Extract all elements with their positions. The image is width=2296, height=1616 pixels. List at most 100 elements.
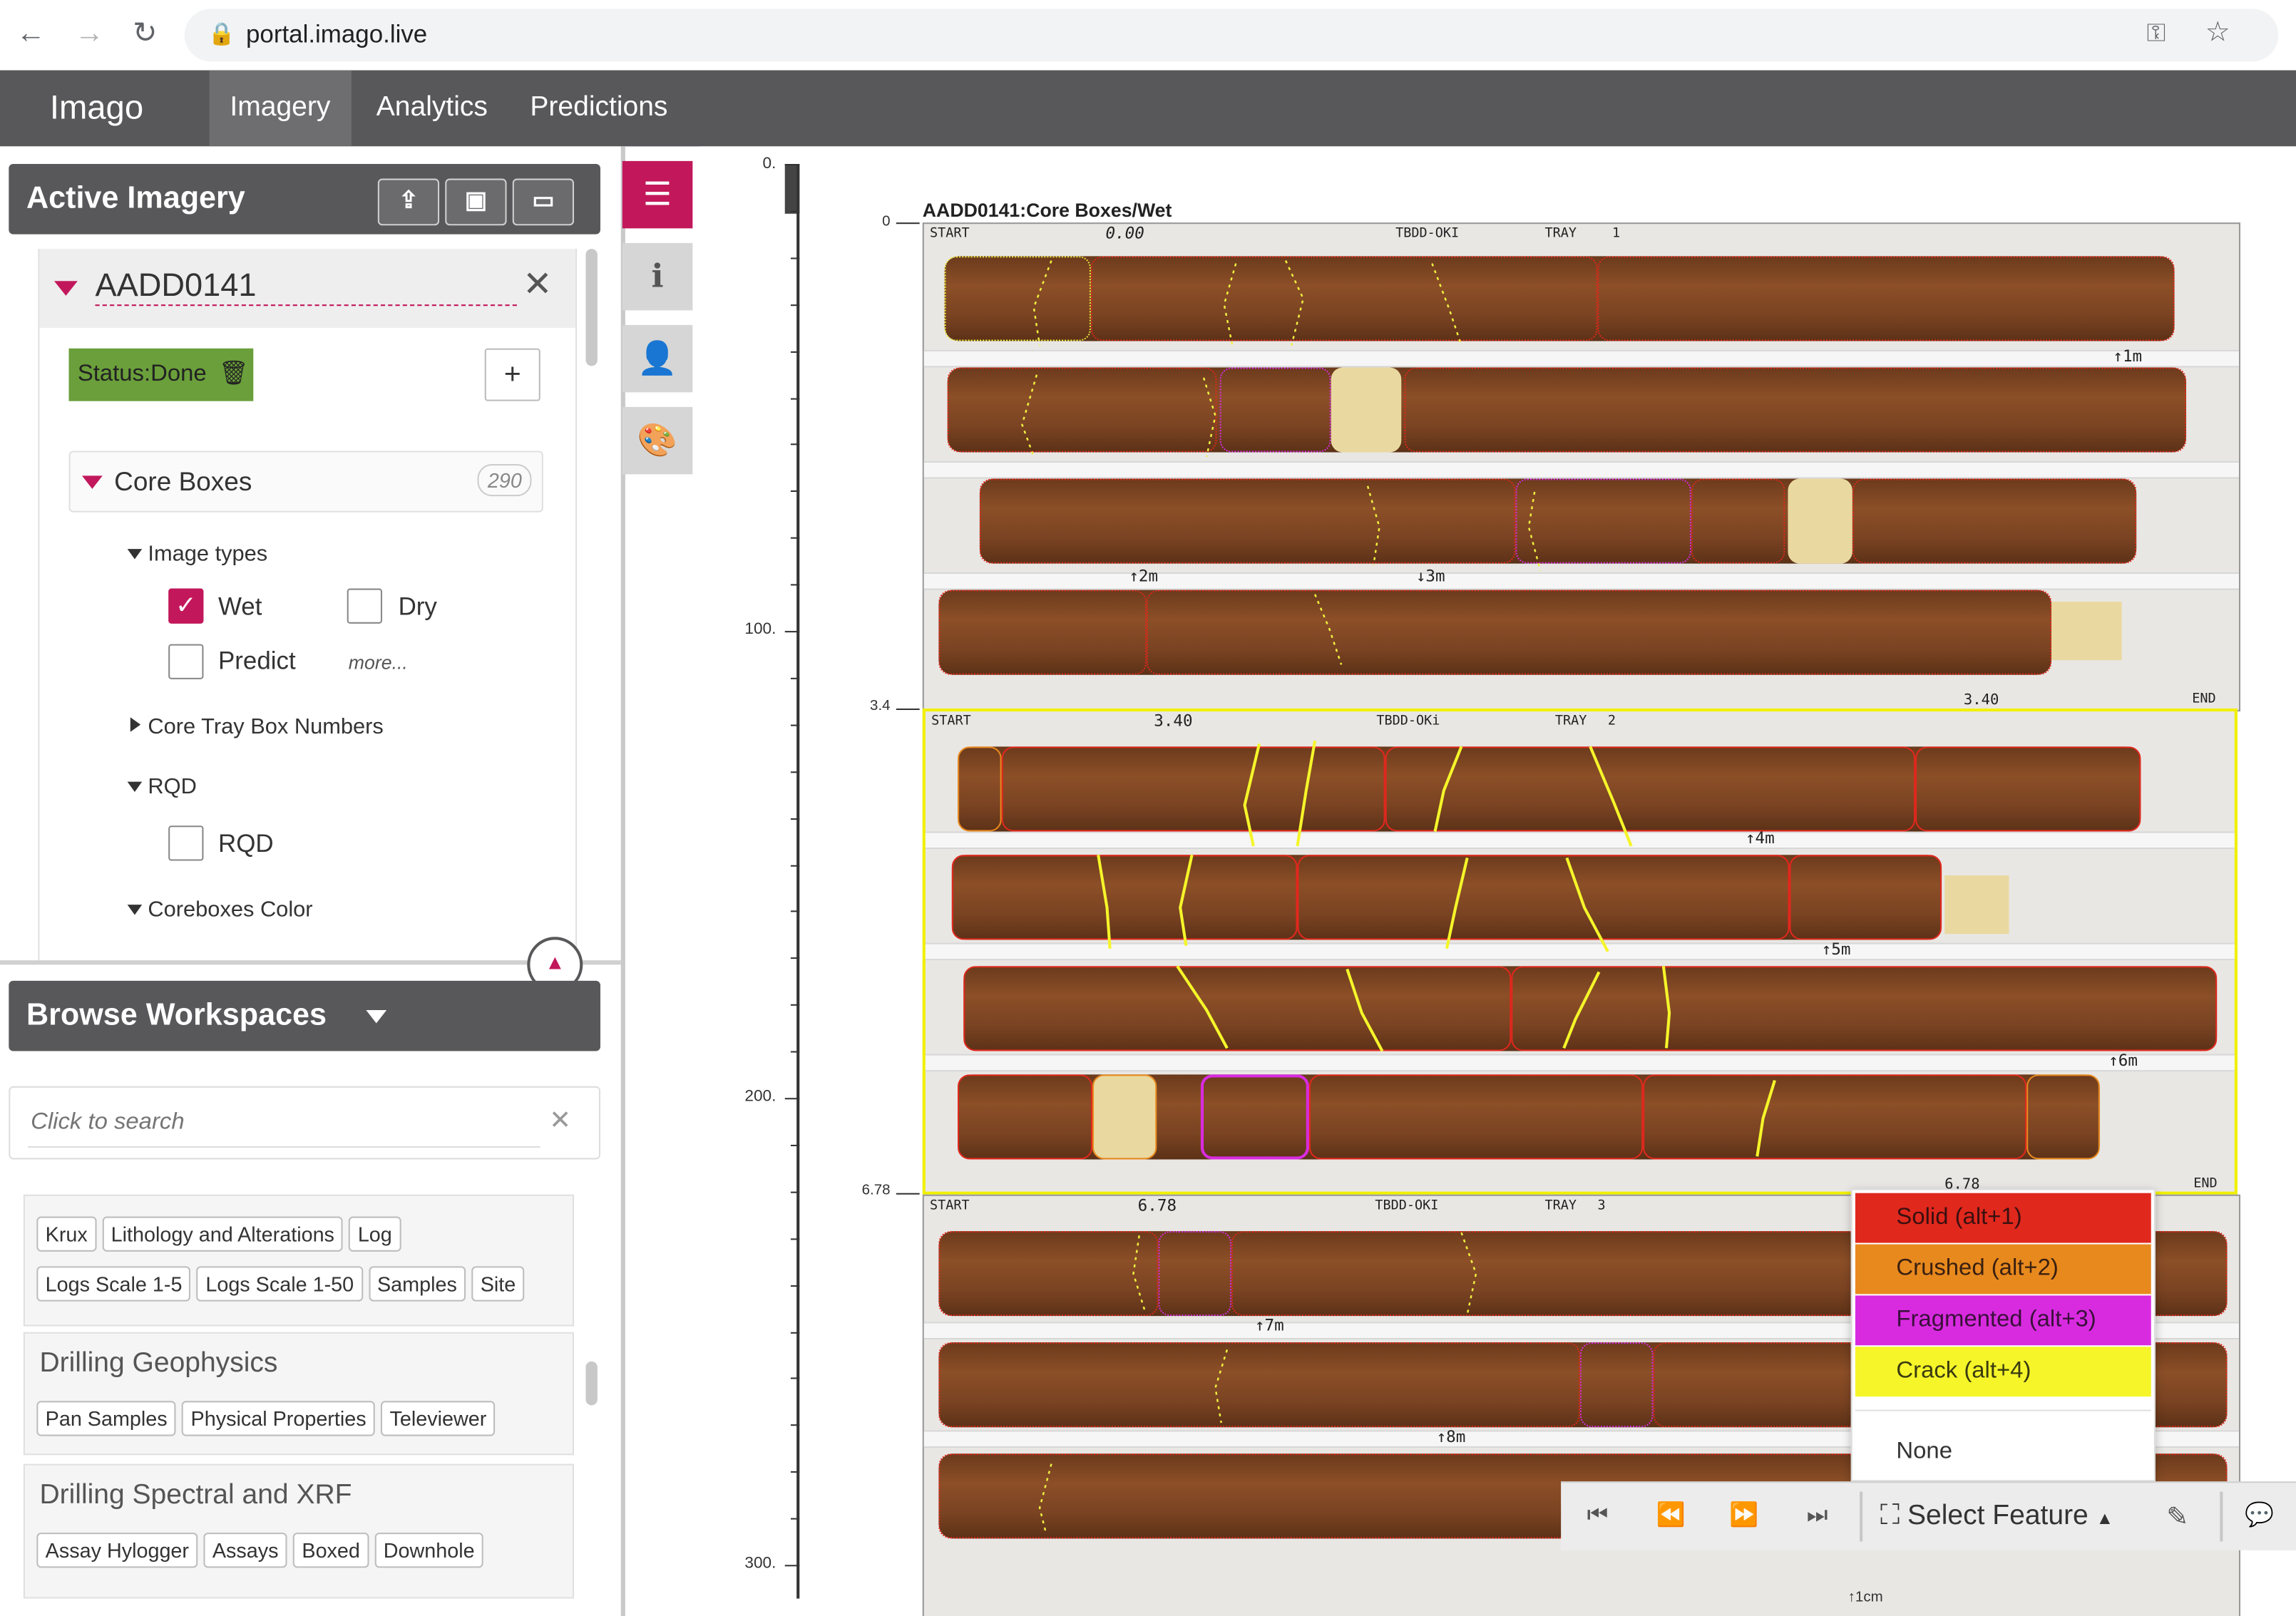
depth-mark: ↓3m [1415, 566, 1445, 586]
tray-number: 2 [1607, 714, 1616, 729]
tag[interactable]: Pan Samples [36, 1401, 177, 1436]
select-feature-label: Select Feature [1907, 1500, 2089, 1532]
reload-icon[interactable]: ↻ [126, 15, 164, 53]
back-icon[interactable]: ← [11, 15, 49, 53]
feature-crushed[interactable]: Crushed (alt+2) [1855, 1244, 2151, 1295]
user-edit-icon[interactable]: 👤 [622, 324, 693, 393]
core-block-label [2051, 602, 2122, 661]
depth-label: 3.4 [870, 698, 891, 715]
info-icon[interactable]: ℹ [622, 242, 693, 311]
search-input[interactable] [28, 1099, 540, 1148]
fast-forward-icon[interactable]: ⏩ [1722, 1498, 1766, 1535]
tag[interactable]: Assays [203, 1533, 287, 1568]
first-frame-icon[interactable]: ⏮ [1576, 1498, 1620, 1535]
collapse-icon[interactable] [53, 281, 78, 296]
tool-strip: ☰ ℹ 👤 🎨 [621, 146, 695, 498]
tray-from: 3.40 [1154, 711, 1193, 731]
scrollbar[interactable] [585, 1361, 598, 1406]
tray-rail [925, 1054, 2235, 1072]
wet-checkbox[interactable]: ✓ [168, 588, 204, 624]
group-title[interactable]: Drilling Spectral and XRF [39, 1480, 352, 1512]
star-icon[interactable]: ☆ [2205, 16, 2230, 50]
caret-down-icon[interactable] [127, 549, 143, 560]
core-tray[interactable]: START 0.00 TBDD-OKI TRAY 1 ↑1m ↑2m ↓3m 3… [922, 222, 2241, 712]
logo[interactable]: Imago [50, 88, 143, 127]
tag[interactable]: Boxed [293, 1533, 369, 1568]
caret-right-icon[interactable] [130, 717, 141, 732]
palette-icon[interactable]: 🎨 [622, 406, 693, 475]
trash-icon[interactable]: 🗑 [219, 361, 249, 386]
dataset-name[interactable]: AADD0141 [95, 267, 517, 307]
tag[interactable]: Krux [36, 1216, 97, 1252]
toolbar-divider [2220, 1491, 2223, 1542]
core-row [938, 590, 2052, 675]
tag[interactable]: Televiewer [381, 1401, 496, 1436]
tag[interactable]: Physical Properties [182, 1401, 375, 1436]
dry-label: Dry [398, 592, 437, 621]
tag[interactable]: Lithology and Alterations [102, 1216, 344, 1252]
close-icon[interactable]: ✕ [523, 264, 552, 307]
bottom-toolbar: ⏮ ⏪ ⏩ ⏭ ⛶ Select Feature ▲ ✎ 💬 [1561, 1481, 2296, 1550]
tag[interactable]: Log [349, 1216, 401, 1252]
rewind-icon[interactable]: ⏪ [1649, 1498, 1693, 1535]
ruler-tick [790, 444, 800, 446]
upload-icon[interactable]: ⇪ [377, 178, 440, 226]
tag[interactable]: Logs Scale 1-50 [197, 1266, 363, 1302]
feature-fragmented[interactable]: Fragmented (alt+3) [1855, 1295, 2151, 1346]
ruler-tick [790, 1424, 800, 1426]
caret-down-icon[interactable] [127, 905, 143, 915]
caret-down-icon[interactable] [127, 781, 143, 792]
tag[interactable]: Samples [368, 1266, 466, 1302]
tab-analytics[interactable]: Analytics [356, 71, 508, 147]
predict-checkbox[interactable] [168, 644, 204, 679]
more-link[interactable]: more... [349, 652, 408, 674]
logo-text: Imago [49, 88, 144, 126]
active-imagery-header: Active Imagery ⇪ ▣ ▭ [9, 164, 600, 235]
address-bar[interactable]: 🔒 portal.imago.live ⚿ ☆ [184, 9, 2279, 62]
scrollbar[interactable] [585, 249, 598, 366]
forward-icon[interactable]: → [71, 15, 108, 53]
tray-start: START [930, 1198, 970, 1214]
tag[interactable]: Logs Scale 1-5 [36, 1266, 191, 1302]
expand-icon[interactable] [82, 475, 103, 489]
core-row [958, 746, 2141, 832]
lock-icon: 🔒 [207, 21, 235, 47]
select-feature-button[interactable]: ⛶ Select Feature ▲ [1880, 1498, 2113, 1535]
segment [1691, 478, 1785, 564]
tray-rail [925, 942, 2235, 961]
tab-predictions[interactable]: Predictions [510, 71, 689, 147]
tag[interactable]: Downhole [374, 1533, 483, 1568]
save-icon[interactable]: ▣ [445, 178, 507, 226]
feature-solid[interactable]: Solid (alt+1) [1855, 1193, 2151, 1243]
tab-imagery[interactable]: Imagery [209, 70, 352, 147]
tag[interactable]: Assay Hylogger [36, 1533, 198, 1568]
folder-open-icon[interactable]: ▭ [512, 178, 575, 226]
dry-checkbox[interactable] [347, 588, 382, 624]
group-title[interactable]: Drilling Geophysics [39, 1348, 277, 1380]
browse-header[interactable]: Browse Workspaces [9, 980, 600, 1051]
select-feature-icon: ⛶ [1880, 1500, 1900, 1532]
pencil-icon[interactable]: ✎ [2156, 1498, 2200, 1535]
comment-icon[interactable]: 💬 [2238, 1498, 2282, 1535]
clear-icon[interactable]: ✕ [549, 1105, 571, 1136]
feature-crack[interactable]: Crack (alt+4) [1855, 1347, 2151, 1397]
core-tray-selected[interactable]: START 3.40 TBDD-OKi TRAY 2 ↑4m ↑5m ↑6m 6… [922, 708, 2238, 1195]
status-badge[interactable]: Status:Done 🗑 [68, 348, 254, 401]
rqd-checkbox[interactable] [168, 825, 204, 861]
tag[interactable]: Site [471, 1266, 525, 1302]
menu-divider [1855, 1409, 2151, 1411]
feature-none[interactable]: None [1855, 1427, 2151, 1477]
dropdown-icon[interactable] [366, 1009, 387, 1024]
ruler-tick [790, 1471, 800, 1473]
tag-row: Pan Samples Physical Properties Televiewer [36, 1401, 501, 1436]
last-frame-icon[interactable]: ⏭ [1795, 1498, 1840, 1535]
tray-numbers-label[interactable]: Core Tray Box Numbers [148, 714, 383, 739]
core-boxes-row[interactable]: Core Boxes 290 [68, 451, 543, 513]
search-box[interactable]: ✕ [9, 1086, 600, 1160]
key-icon[interactable]: ⚿ [2147, 19, 2166, 48]
ruler-tick [790, 351, 800, 353]
ruler-tick [790, 677, 800, 679]
tray-hole: TBDD-OKi [1376, 714, 1440, 729]
add-button[interactable]: + [484, 348, 540, 401]
list-icon[interactable]: ☰ [622, 160, 693, 229]
